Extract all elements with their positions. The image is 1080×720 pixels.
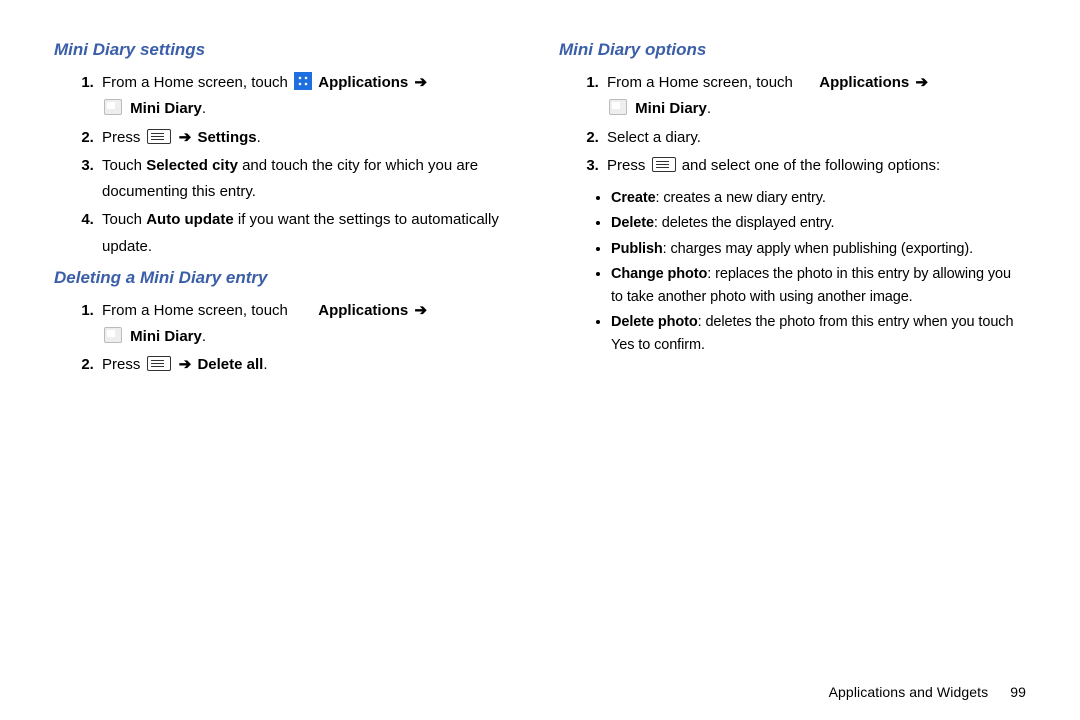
settings-steps: From a Home screen, touch Applications ➔… <box>54 70 521 260</box>
step-3: Press and select one of the following op… <box>603 153 1026 179</box>
step-1: From a Home screen, touch Applications ➔… <box>603 70 1026 123</box>
arrow-icon: ➔ <box>915 74 928 91</box>
page-footer: Applications and Widgets 99 <box>54 678 1026 700</box>
settings-label: Settings <box>197 129 256 146</box>
applications-label: Applications <box>318 302 408 319</box>
mini-diary-label: Mini Diary <box>635 100 707 117</box>
mini-diary-label: Mini Diary <box>130 328 202 345</box>
manual-page: Mini Diary settings From a Home screen, … <box>0 0 1080 720</box>
step-4: Touch Auto update if you want the settin… <box>98 207 521 260</box>
applications-label: Applications <box>819 74 909 91</box>
arrow-icon: ➔ <box>179 356 192 373</box>
step-text: and select one of the following options: <box>682 157 941 174</box>
arrow-icon: ➔ <box>179 129 192 146</box>
footer-section: Applications and Widgets <box>829 684 989 700</box>
mini-diary-icon <box>104 99 122 115</box>
step-2: Press ➔ Delete all. <box>98 352 521 378</box>
delete-all-label: Delete all <box>197 356 263 373</box>
step-text: Touch <box>102 211 146 228</box>
auto-update-label: Auto update <box>146 211 234 228</box>
period: . <box>257 129 261 146</box>
step-1: From a Home screen, touch Applications ➔… <box>98 70 521 123</box>
bullet-label: Publish <box>611 241 663 257</box>
bullet-text: : charges may apply when publishing (exp… <box>663 241 973 257</box>
deleting-steps: From a Home screen, touch Applications ➔… <box>54 298 521 379</box>
step-text: Press <box>102 356 145 373</box>
bullet-delete-photo: Delete photo: deletes the photo from thi… <box>611 311 1026 356</box>
heading-deleting: Deleting a Mini Diary entry <box>54 268 521 288</box>
step-text: From a Home screen, touch <box>102 74 292 91</box>
bullet-label: Delete <box>611 215 654 231</box>
period: . <box>263 356 267 373</box>
bullet-delete: Delete: deletes the displayed entry. <box>611 212 1026 234</box>
arrow-icon: ➔ <box>414 74 427 91</box>
two-column-layout: Mini Diary settings From a Home screen, … <box>54 38 1026 678</box>
step-2: Press ➔ Settings. <box>98 125 521 151</box>
bullet-publish: Publish: charges may apply when publishi… <box>611 238 1026 260</box>
applications-icon <box>294 72 312 90</box>
step-text: From a Home screen, touch <box>102 302 292 319</box>
menu-icon <box>147 356 171 371</box>
menu-icon <box>652 157 676 172</box>
step-3: Touch Selected city and touch the city f… <box>98 153 521 206</box>
selected-city-label: Selected city <box>146 157 238 174</box>
period: . <box>707 100 711 117</box>
step-text: Press <box>607 157 650 174</box>
heading-settings: Mini Diary settings <box>54 40 521 60</box>
left-column: Mini Diary settings From a Home screen, … <box>54 38 521 678</box>
footer-page-number: 99 <box>1010 684 1026 700</box>
options-steps: From a Home screen, touch Applications ➔… <box>559 70 1026 179</box>
bullet-change-photo: Change photo: replaces the photo in this… <box>611 263 1026 308</box>
options-bullets: Create: creates a new diary entry. Delet… <box>559 187 1026 356</box>
bullet-create: Create: creates a new diary entry. <box>611 187 1026 209</box>
period: . <box>202 328 206 345</box>
step-text: Press <box>102 129 145 146</box>
period: . <box>202 100 206 117</box>
right-column: Mini Diary options From a Home screen, t… <box>559 38 1026 678</box>
heading-options: Mini Diary options <box>559 40 1026 60</box>
bullet-label: Change photo <box>611 266 707 282</box>
bullet-label: Delete photo <box>611 314 698 330</box>
step-text: Select a diary. <box>607 129 701 146</box>
step-2: Select a diary. <box>603 125 1026 151</box>
step-text: From a Home screen, touch <box>607 74 797 91</box>
menu-icon <box>147 129 171 144</box>
mini-diary-label: Mini Diary <box>130 100 202 117</box>
step-text: Touch <box>102 157 146 174</box>
bullet-text: : creates a new diary entry. <box>656 190 826 206</box>
bullet-text: : deletes the displayed entry. <box>654 215 835 231</box>
step-1: From a Home screen, touch Applications ➔… <box>98 298 521 351</box>
arrow-icon: ➔ <box>414 302 427 319</box>
mini-diary-icon <box>609 99 627 115</box>
applications-icon <box>294 300 312 318</box>
bullet-label: Create <box>611 190 656 206</box>
applications-label: Applications <box>318 74 408 91</box>
mini-diary-icon <box>104 327 122 343</box>
